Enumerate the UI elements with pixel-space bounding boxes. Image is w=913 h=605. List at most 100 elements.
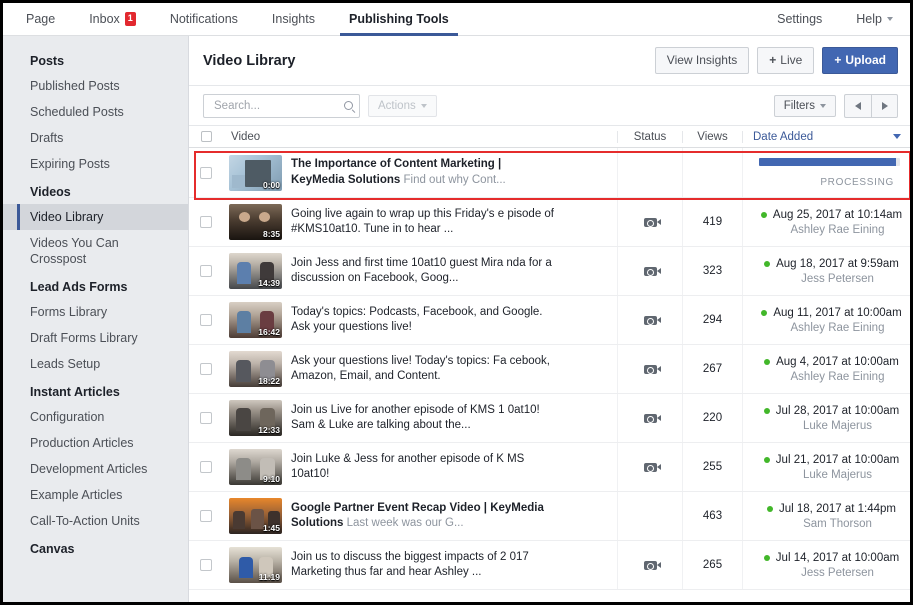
next-page-button[interactable] (871, 93, 898, 118)
video-thumbnail[interactable]: 0:00 (229, 154, 282, 191)
sort-descending-icon[interactable] (893, 134, 901, 139)
row-checkbox[interactable] (200, 559, 212, 571)
row-checkbox[interactable] (200, 510, 212, 522)
date-added-value: Jul 18, 2017 at 1:44pm (779, 502, 896, 515)
table-row[interactable]: 12:33 Join us Live for another episode o… (189, 394, 910, 443)
video-title[interactable]: Join us to discuss the biggest impacts o… (291, 550, 556, 581)
column-header-status[interactable]: Status (617, 130, 682, 143)
column-header-views[interactable]: Views (682, 130, 742, 143)
table-row[interactable]: 11:19 Join us to discuss the biggest imp… (189, 541, 910, 590)
table-row[interactable]: 8:35 Going live again to wrap up this Fr… (189, 198, 910, 247)
column-header-date-added[interactable]: Date Added (742, 130, 910, 143)
sidebar-item-leads-setup[interactable]: Leads Setup (3, 351, 188, 377)
processing-status-label: PROCESSING (820, 176, 894, 188)
table-row[interactable]: 9:10 Join Luke & Jess for another episod… (189, 443, 910, 492)
row-select-cell[interactable] (189, 198, 223, 246)
search-box[interactable] (203, 93, 360, 118)
table-row[interactable]: 18:22 Ask your questions live! Today's t… (189, 345, 910, 394)
sidebar-item-video-library[interactable]: Video Library (3, 204, 188, 230)
table-row[interactable]: 14:39 Join Jess and first time 10at10 gu… (189, 247, 910, 296)
column-header-video[interactable]: Video (223, 131, 617, 143)
video-duration: 14:39 (258, 278, 280, 288)
nav-item-insights[interactable]: Insights (255, 3, 332, 35)
views-cell: 463 (682, 492, 742, 540)
sidebar-item-call-to-action-units[interactable]: Call-To-Action Units (3, 508, 188, 534)
row-checkbox[interactable] (200, 412, 212, 424)
video-thumbnail[interactable]: 8:35 (229, 204, 282, 240)
row-select-cell[interactable] (189, 296, 223, 344)
row-checkbox[interactable] (200, 216, 212, 228)
sidebar-item-production-articles[interactable]: Production Articles (3, 430, 188, 456)
video-title[interactable]: Google Partner Event Recap Video | KeyMe… (291, 501, 556, 532)
author-name: Ashley Rae Eining (790, 223, 885, 236)
nav-item-publishing-tools[interactable]: Publishing Tools (332, 3, 466, 36)
sidebar-item-configuration[interactable]: Configuration (3, 404, 188, 430)
video-title[interactable]: Ask your questions live! Today's topics:… (291, 354, 556, 385)
row-select-cell[interactable] (189, 541, 223, 589)
sidebar-item-forms-library[interactable]: Forms Library (3, 299, 188, 325)
published-status-dot (763, 456, 770, 463)
row-select-cell[interactable] (189, 148, 223, 197)
row-checkbox[interactable] (200, 166, 212, 179)
nav-item-help[interactable]: Help (839, 3, 910, 35)
table-row[interactable]: 16:42 Today's topics: Podcasts, Facebook… (189, 296, 910, 345)
video-title[interactable]: Join Jess and first time 10at10 guest Mi… (291, 256, 556, 287)
video-title[interactable]: Going live again to wrap up this Friday'… (291, 207, 556, 238)
row-checkbox[interactable] (200, 265, 212, 277)
date-line: Jul 18, 2017 at 1:44pm (767, 503, 896, 515)
pagination-controls (844, 93, 898, 118)
nav-item-notifications[interactable]: Notifications (153, 3, 255, 35)
sidebar-item-expiring-posts[interactable]: Expiring Posts (3, 151, 188, 177)
video-thumbnail[interactable]: 12:33 (229, 400, 282, 436)
sidebar-item-draft-forms-library[interactable]: Draft Forms Library (3, 325, 188, 351)
row-select-cell[interactable] (189, 345, 223, 393)
row-select-cell[interactable] (189, 247, 223, 295)
video-title[interactable]: Join Luke & Jess for another episode of … (291, 452, 556, 483)
previous-page-button[interactable] (844, 93, 871, 118)
row-checkbox[interactable] (200, 363, 212, 375)
status-cell (617, 492, 682, 540)
row-select-cell[interactable] (189, 443, 223, 491)
sidebar-item-drafts[interactable]: Drafts (3, 125, 188, 151)
video-thumbnail[interactable]: 11:19 (229, 547, 282, 583)
video-title[interactable]: Join us Live for another episode of KMS … (291, 403, 556, 434)
views-cell: 323 (682, 247, 742, 295)
row-checkbox[interactable] (200, 461, 212, 473)
video-thumbnail[interactable]: 9:10 (229, 449, 282, 485)
actions-dropdown[interactable]: Actions (368, 94, 437, 117)
sidebar-item-development-articles[interactable]: Development Articles (3, 456, 188, 482)
row-select-cell[interactable] (189, 492, 223, 540)
video-title[interactable]: Today's topics: Podcasts, Facebook, and … (291, 305, 556, 336)
table-row[interactable]: 1:45 Google Partner Event Recap Video | … (189, 492, 910, 541)
video-thumbnail[interactable]: 1:45 (229, 498, 282, 534)
table-row[interactable]: 0:00 The Importance of Content Marketing… (189, 148, 910, 198)
sidebar: Posts Published Posts Scheduled Posts Dr… (3, 36, 188, 602)
video-thumbnail[interactable]: 14:39 (229, 253, 282, 289)
live-button[interactable]: + Live (757, 46, 815, 75)
filters-dropdown[interactable]: Filters (773, 94, 836, 117)
row-select-cell[interactable] (189, 394, 223, 442)
select-all-cell[interactable] (189, 131, 223, 142)
video-title[interactable]: The Importance of Content Marketing | Ke… (291, 157, 556, 188)
date-line: Aug 25, 2017 at 10:14am (760, 208, 903, 221)
nav-item-settings[interactable]: Settings (760, 3, 839, 35)
sidebar-item-published-posts[interactable]: Published Posts (3, 73, 188, 99)
date-added-cell: PROCESSING (742, 148, 910, 197)
sidebar-group-lead-ads-forms-title: Lead Ads Forms (30, 280, 128, 294)
sidebar-item-videos-you-can-crosspost[interactable]: Videos You Can Crosspost (3, 230, 188, 272)
video-thumbnail[interactable]: 18:22 (229, 351, 282, 387)
sidebar-item-example-articles[interactable]: Example Articles (3, 482, 188, 508)
column-header-date-added-label[interactable]: Date Added (753, 131, 813, 143)
view-insights-button[interactable]: View Insights (654, 46, 750, 75)
nav-item-page[interactable]: Page (9, 3, 72, 35)
plus-icon: + (834, 52, 842, 67)
row-checkbox[interactable] (200, 314, 212, 326)
date-added-value: Aug 25, 2017 at 10:14am (772, 208, 903, 221)
upload-button[interactable]: + Upload (822, 46, 898, 75)
sidebar-item-scheduled-posts[interactable]: Scheduled Posts (3, 99, 188, 125)
nav-item-inbox[interactable]: Inbox 1 (72, 3, 153, 35)
video-thumbnail[interactable]: 16:42 (229, 302, 282, 338)
video-camera-icon (643, 364, 661, 374)
search-input[interactable] (212, 98, 341, 113)
select-all-checkbox[interactable] (200, 131, 212, 142)
